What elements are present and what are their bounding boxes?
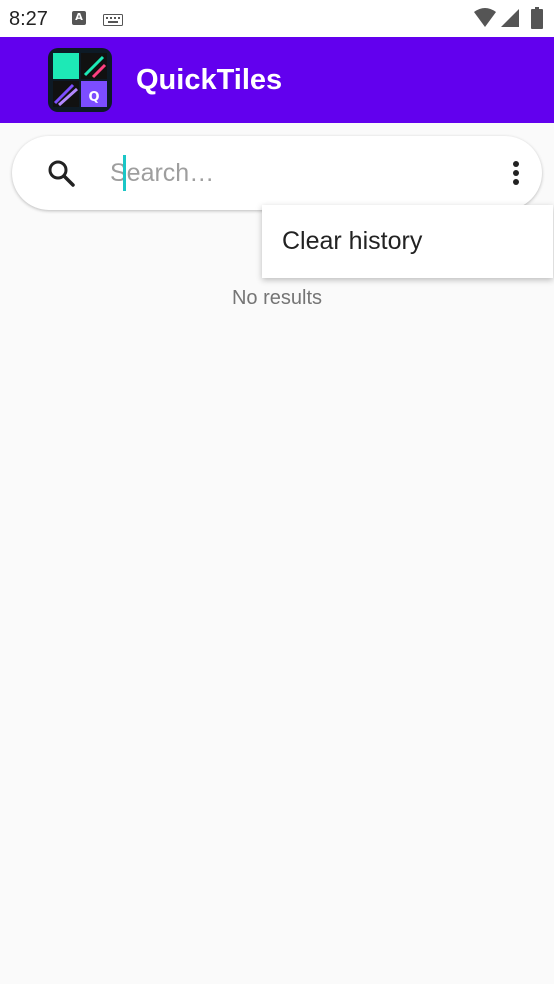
a-notification-icon: A [72, 11, 86, 25]
cell-signal-icon [500, 8, 520, 33]
logo-letter: Q [88, 90, 99, 105]
app-bar: Q QuickTiles [0, 37, 554, 123]
wifi-icon [474, 8, 496, 33]
menu-item-clear-history[interactable]: Clear history [282, 227, 422, 256]
battery-icon [531, 7, 543, 34]
keyboard-icon [103, 13, 123, 31]
status-bar: 8:27 A [0, 0, 554, 37]
text-cursor [123, 155, 126, 191]
overflow-menu: Clear history [262, 205, 553, 278]
search-input[interactable] [110, 154, 470, 192]
status-time: 8:27 [9, 8, 48, 30]
app-title: QuickTiles [136, 64, 283, 96]
search-icon[interactable] [46, 158, 76, 188]
more-vert-icon[interactable] [498, 156, 534, 192]
search-bar [12, 136, 542, 210]
app-logo: Q [48, 48, 112, 112]
no-results-text: No results [231, 287, 323, 309]
